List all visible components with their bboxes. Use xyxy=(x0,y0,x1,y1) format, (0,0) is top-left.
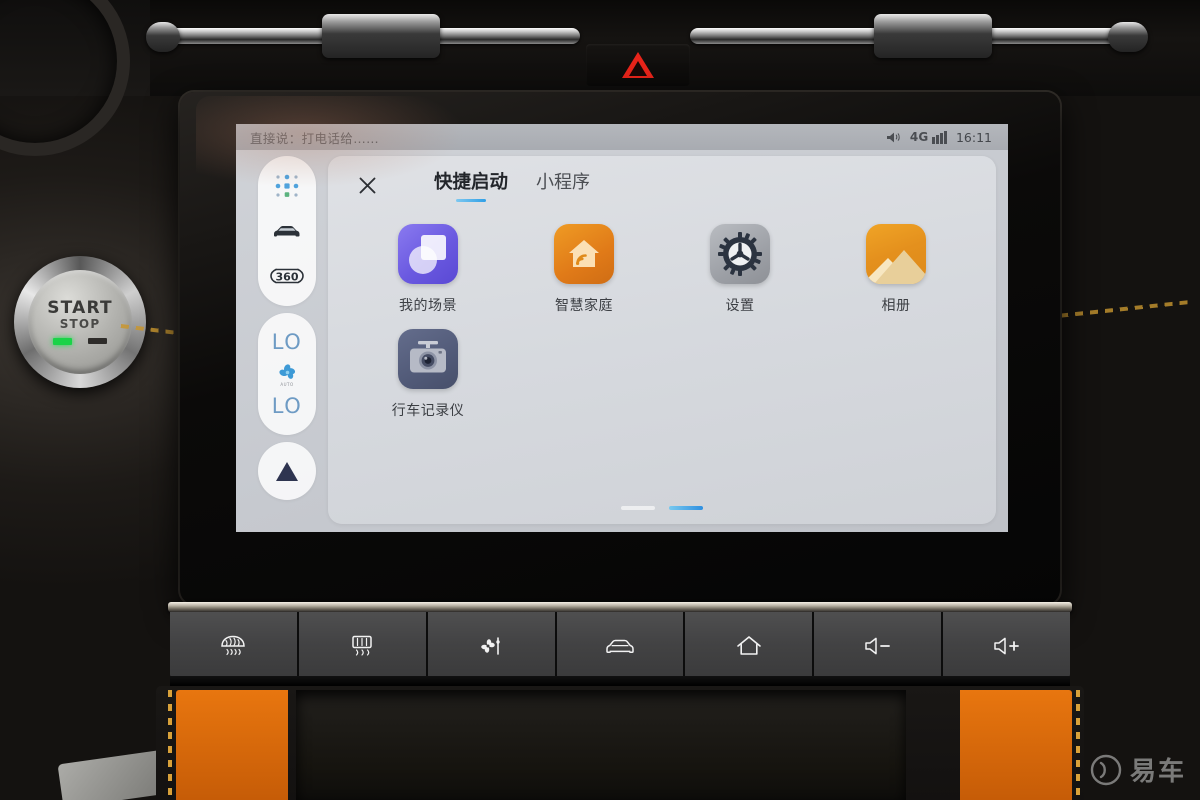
temperature-right-label: LO xyxy=(271,394,303,419)
volume-down-icon xyxy=(864,637,890,655)
watermark: 易车 xyxy=(1090,751,1186,788)
camera-360-icon[interactable]: 360 xyxy=(258,254,316,298)
navigation-arrow-icon xyxy=(276,461,298,481)
left-control-rail: 360 LO AUTO LO xyxy=(258,156,316,524)
app-settings[interactable]: 设置 xyxy=(662,224,818,315)
home-icon xyxy=(737,636,761,655)
dashcam-icon xyxy=(398,329,458,389)
start-label: START xyxy=(47,297,113,318)
console-stitching-left xyxy=(168,690,172,800)
settings-gear-icon xyxy=(710,224,770,284)
volume-up-button[interactable] xyxy=(943,612,1070,680)
app-album-label: 相册 xyxy=(881,298,911,314)
scene-icon xyxy=(398,224,458,284)
fan-ac-button[interactable] xyxy=(427,612,557,680)
quick-launch-panel: 快捷启动 小程序 我的场景 智慧家庭 设置 相册 行车记录仪 xyxy=(328,156,996,524)
page-dot-1[interactable] xyxy=(621,506,655,510)
network-type-label: 4G xyxy=(909,130,929,144)
page-dot-2[interactable] xyxy=(669,506,703,510)
fan-ac-icon xyxy=(481,637,500,655)
signal-strength-icon xyxy=(932,131,947,144)
app-dashcam-label: 行车记录仪 xyxy=(391,403,465,419)
car-view-button[interactable] xyxy=(556,612,686,680)
status-bar-right: 4G 16:11 xyxy=(886,130,992,145)
app-my-scenes-label: 我的场景 xyxy=(399,298,457,314)
rear-defrost-button[interactable] xyxy=(298,612,428,680)
temperature-right-value[interactable]: LO xyxy=(258,388,316,425)
inactive-indicator-led xyxy=(88,337,107,344)
page-indicator xyxy=(328,506,996,510)
tab-mini-programs[interactable]: 小程序 xyxy=(536,168,590,202)
fan-icon[interactable]: AUTO xyxy=(258,360,316,387)
rail-top-group: 360 xyxy=(258,156,316,306)
panel-tabs: 快捷启动 小程序 xyxy=(434,168,590,202)
app-settings-label: 设置 xyxy=(725,298,755,314)
temperature-left-value[interactable]: LO xyxy=(258,323,316,360)
car-icon xyxy=(606,639,634,654)
watermark-logo-icon xyxy=(1090,754,1122,785)
hazard-triangle-icon xyxy=(622,52,654,78)
air-vent-right[interactable] xyxy=(874,14,992,58)
hazard-lights-button[interactable] xyxy=(586,44,690,86)
car-icon[interactable] xyxy=(258,209,316,253)
navigation-button[interactable] xyxy=(258,442,316,500)
climate-group: LO AUTO LO xyxy=(258,313,316,435)
app-my-scenes[interactable]: 我的场景 xyxy=(350,224,506,315)
network-indicator: 4G xyxy=(910,130,947,144)
button-row-shadow xyxy=(170,676,1070,686)
panel-header: 快捷启动 小程序 xyxy=(328,156,996,214)
air-vent-far-left[interactable] xyxy=(146,22,180,52)
app-grid: 我的场景 智慧家庭 设置 相册 行车记录仪 xyxy=(328,214,996,420)
volume-up-icon xyxy=(993,637,1019,655)
app-smart-home[interactable]: 智慧家庭 xyxy=(506,224,662,315)
album-icon xyxy=(866,224,926,284)
app-dashcam[interactable]: 行车记录仪 xyxy=(350,329,506,420)
button-row-chrome-trim xyxy=(168,602,1072,612)
infotainment-display[interactable]: 直接说：打电话给…… 4G 16:11 360 LO AUTO LO 快捷启动 … xyxy=(236,124,1008,532)
air-vent-far-right[interactable] xyxy=(1108,22,1148,52)
fan-sub-label: AUTO xyxy=(280,381,294,387)
app-smart-home-label: 智慧家庭 xyxy=(555,298,613,314)
temperature-left-label: LO xyxy=(271,329,303,354)
start-stop-indicators xyxy=(53,337,107,345)
clock-label: 16:11 xyxy=(955,129,992,145)
green-indicator-led xyxy=(53,337,72,345)
volume-down-button[interactable] xyxy=(814,612,944,680)
steering-wheel-edge xyxy=(0,0,130,156)
svg-text:360: 360 xyxy=(276,270,299,283)
console-trim-left xyxy=(176,690,288,800)
close-icon[interactable] xyxy=(352,170,382,200)
console-storage-cavity xyxy=(296,690,906,800)
speaker-icon[interactable] xyxy=(886,131,901,144)
voice-assistant-hint[interactable]: 直接说：打电话给…… xyxy=(250,128,379,147)
front-defrost-button[interactable] xyxy=(170,612,299,680)
start-stop-inner-face: START STOP xyxy=(28,270,132,374)
stop-label: STOP xyxy=(59,316,101,331)
tab-mini-programs-label: 小程序 xyxy=(536,172,591,193)
console-trim-right xyxy=(960,690,1072,800)
apps-grid-icon[interactable] xyxy=(258,164,316,208)
console-stitching-right xyxy=(1076,690,1080,800)
tab-quick-launch[interactable]: 快捷启动 xyxy=(434,168,508,202)
tab-quick-launch-label: 快捷启动 xyxy=(434,172,509,193)
air-vent-left[interactable] xyxy=(322,14,440,58)
home-button[interactable] xyxy=(685,612,815,680)
rear-defrost-icon xyxy=(352,635,373,656)
screen-body: 360 LO AUTO LO 快捷启动 小程序 我的场景 智慧家庭 设置 相册 … xyxy=(236,150,1008,532)
status-bar: 直接说：打电话给…… 4G 16:11 xyxy=(236,124,1008,150)
engine-start-stop-button[interactable]: START STOP xyxy=(14,256,146,388)
smart-home-icon xyxy=(554,224,614,284)
watermark-text: 易车 xyxy=(1129,757,1186,787)
front-defrost-icon xyxy=(221,635,246,656)
app-album[interactable]: 相册 xyxy=(818,224,974,315)
hardware-button-row xyxy=(170,612,1070,680)
